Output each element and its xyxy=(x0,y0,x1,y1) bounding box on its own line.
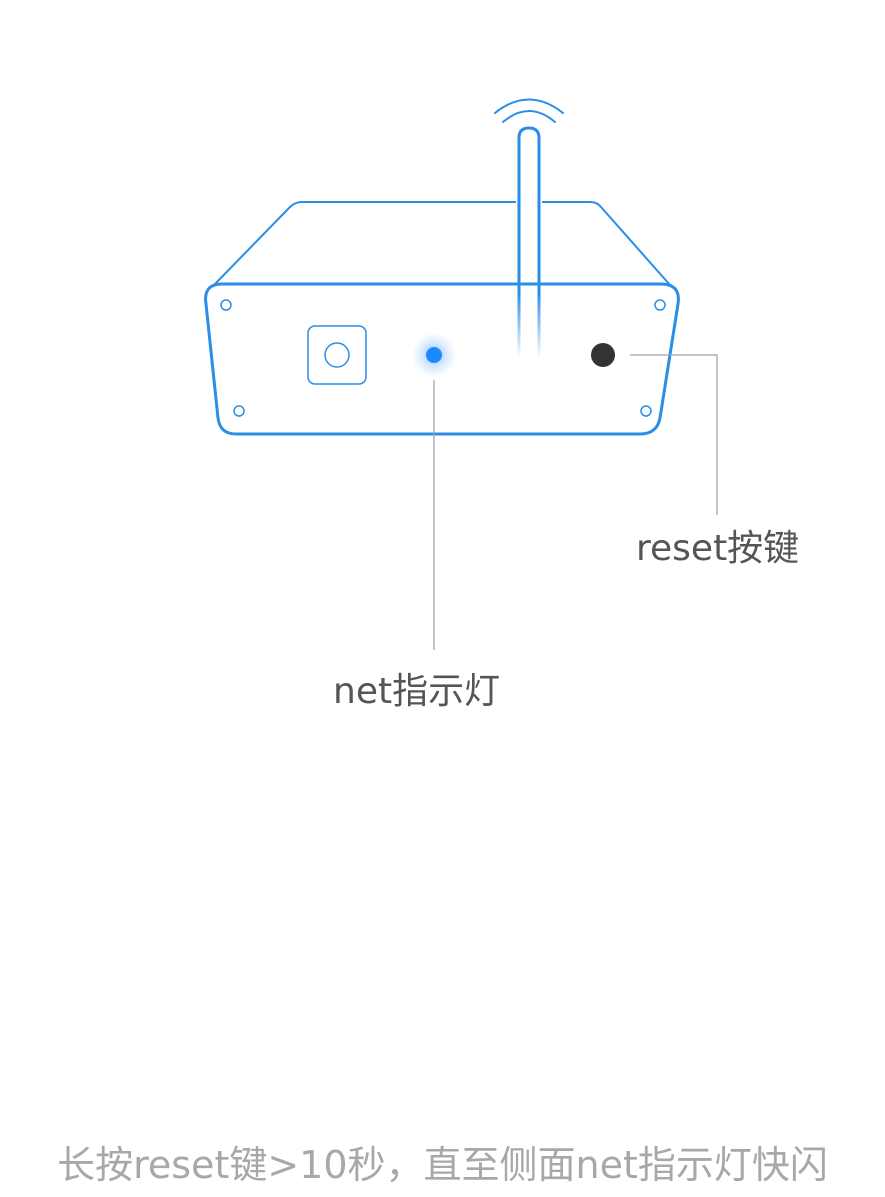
antenna-icon xyxy=(516,126,542,358)
power-button-icon xyxy=(307,325,367,385)
router-top-face xyxy=(213,201,671,286)
wifi-signal-icon xyxy=(494,98,564,123)
reset-button-label: reset按键 xyxy=(636,528,800,569)
reset-instruction-text: 长按reset键>10秒，直至侧面net指示灯快闪 xyxy=(57,1143,828,1187)
reset-button-icon xyxy=(591,343,615,367)
router-diagram xyxy=(204,98,718,650)
net-indicator-label: net指示灯 xyxy=(333,671,501,712)
net-led-icon xyxy=(412,333,456,377)
